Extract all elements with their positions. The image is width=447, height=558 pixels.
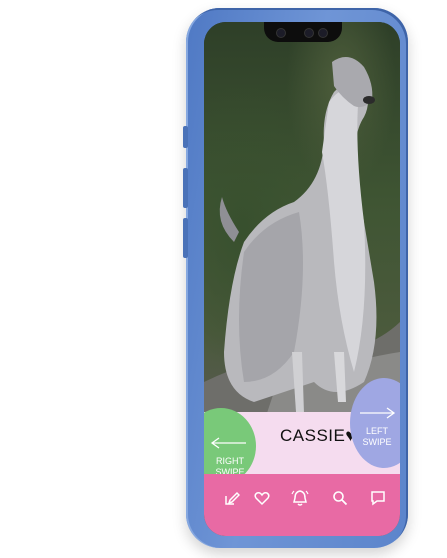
sensor (318, 28, 328, 38)
phone-screen: CASSIE♥ RIGHT SWIPE LEFT SWIPE (204, 22, 400, 536)
profile-name-text: CASSIE (280, 426, 346, 445)
volume-down-button (183, 218, 188, 258)
edit-icon[interactable] (222, 488, 242, 508)
sensor (304, 28, 314, 38)
left-swipe-label: LEFT SWIPE (359, 426, 395, 448)
left-swipe-label-line1: LEFT (365, 426, 388, 436)
heart-icon[interactable] (252, 488, 272, 508)
arrow-right-icon (360, 407, 396, 419)
chat-icon[interactable] (368, 488, 388, 508)
camera-notch (264, 22, 342, 42)
front-camera (276, 28, 286, 38)
right-swipe-label-line1: RIGHT (216, 456, 244, 466)
mute-switch (183, 126, 188, 148)
arrow-left-icon (210, 437, 246, 449)
bell-icon[interactable] (290, 488, 310, 508)
volume-up-button (183, 168, 188, 208)
search-icon[interactable] (330, 488, 350, 508)
left-swipe-label-line2: SWIPE (362, 437, 392, 447)
